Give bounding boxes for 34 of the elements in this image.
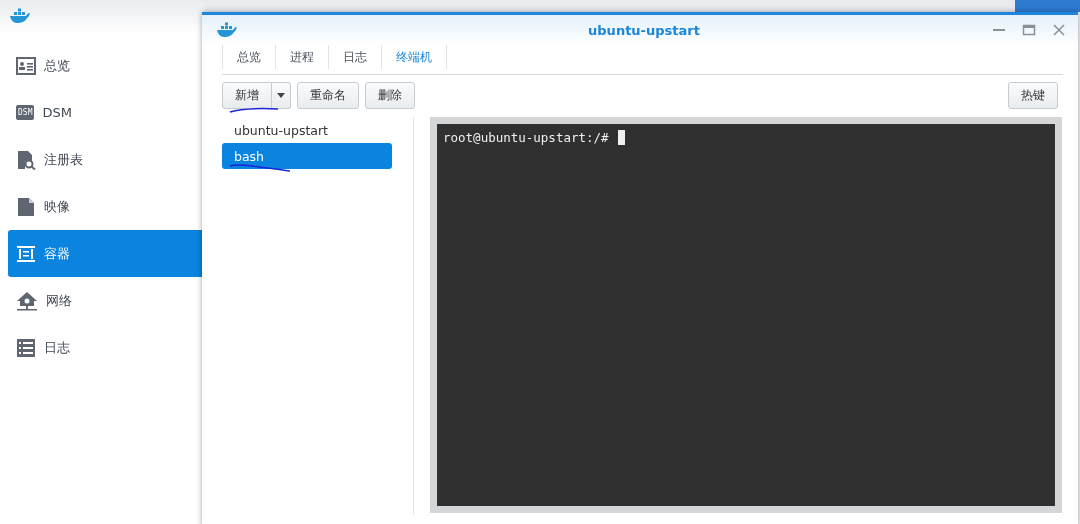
terminal[interactable]: root@ubuntu-upstart:/# [437,124,1055,506]
sidebar-item[interactable]: 容器 [8,230,205,277]
whale-icon [9,8,31,24]
toolbar-button[interactable]: 重命名 [297,81,359,109]
tab[interactable]: 日志 [328,45,381,69]
tab[interactable]: 进程 [275,45,328,69]
sidebar-item[interactable]: 映像 [8,183,205,230]
terminal-prompt: root@ubuntu-upstart:/# [443,130,609,146]
sidebar-item[interactable]: 网络 [8,277,205,324]
dropdown-button[interactable] [272,81,291,109]
window-title: ubuntu-upstart [587,22,701,38]
toolbar-button[interactable]: 删除 [365,81,415,109]
sidebar-item[interactable]: 注册表 [8,136,205,183]
sidebar-item[interactable]: DSM DSM [8,89,205,136]
session-item[interactable]: bash [222,143,392,169]
sidebar-item[interactable]: 日志 [8,324,205,371]
cursor-icon [617,130,625,145]
add-button[interactable]: 新增 [222,81,272,109]
tab[interactable]: 终端机 [381,45,447,69]
document-icon [16,196,36,217]
app-badge: DSM [16,105,35,120]
whale-icon [216,22,238,38]
house-network-icon [16,290,38,311]
container-icon [16,244,36,263]
sidebar-item[interactable]: 总览 [8,42,205,89]
session-item[interactable]: ubuntu-upstart [222,117,392,143]
id-card-icon [16,56,36,75]
hotkey-button[interactable]: 热键 [1008,81,1058,109]
close-icon[interactable] [1052,23,1066,37]
maximize-icon[interactable] [1022,24,1036,36]
list-icon [16,337,36,358]
tab[interactable]: 总览 [222,45,275,69]
document-search-icon [16,149,36,170]
caret-icon [277,92,285,98]
